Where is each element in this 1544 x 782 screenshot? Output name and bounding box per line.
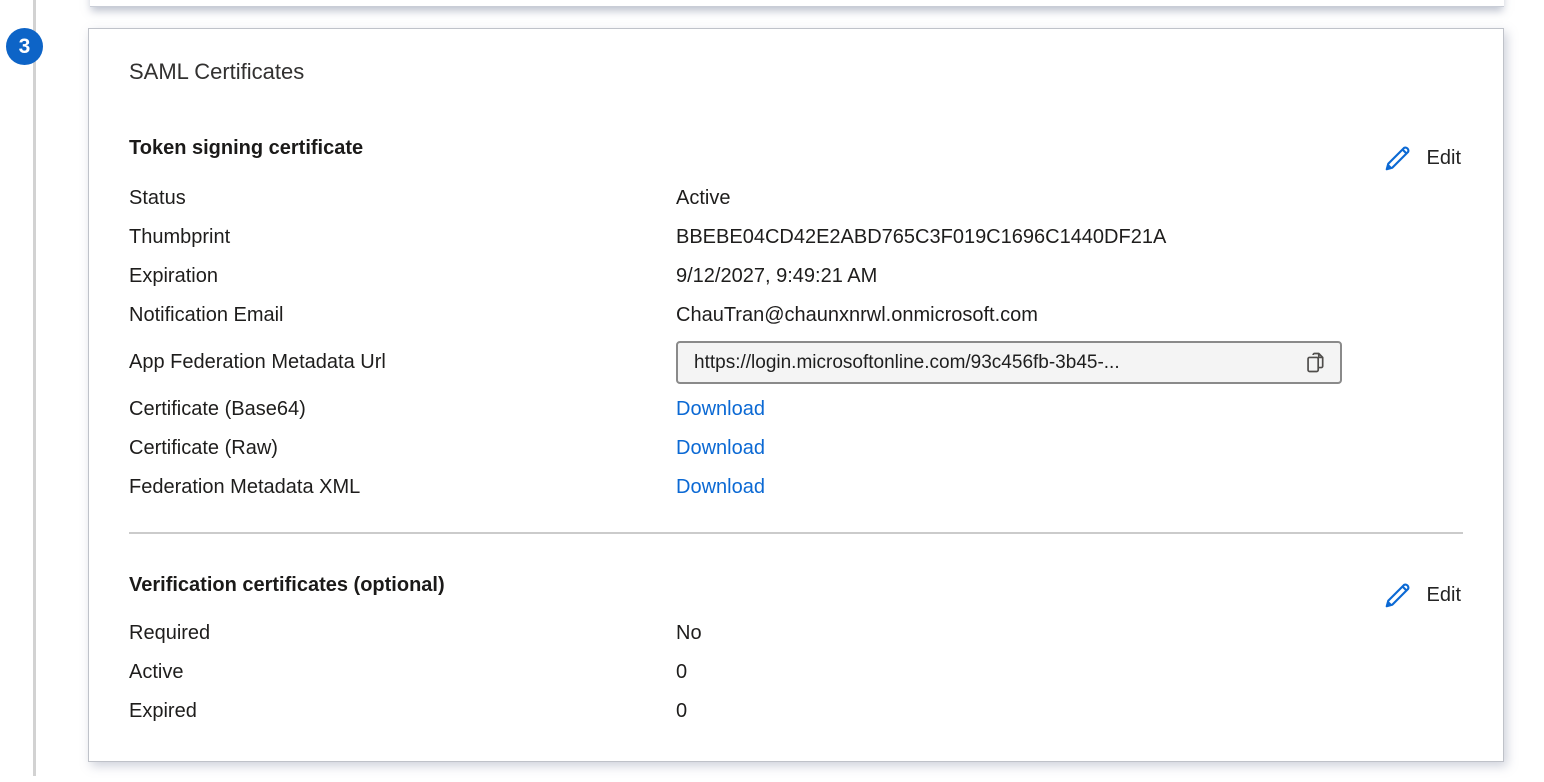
status-row: Status Active (129, 179, 1463, 218)
download-federation-xml-link[interactable]: Download (676, 476, 765, 498)
federation-metadata-xml-row: Federation Metadata XML Download (129, 468, 1463, 507)
card-title: SAML Certificates (129, 59, 1463, 85)
status-value: Active (676, 187, 1463, 210)
row-label: Notification Email (129, 304, 676, 327)
row-label: Certificate (Base64) (129, 398, 676, 421)
row-label: Certificate (Raw) (129, 437, 676, 460)
expired-count-row: Expired 0 (129, 692, 1463, 731)
edit-verification-button[interactable]: Edit (1381, 580, 1463, 610)
page: 3 SAML Certificates Token signing certif… (0, 0, 1544, 782)
active-count-row: Active 0 (129, 653, 1463, 692)
metadata-url-row: App Federation Metadata Url https://logi… (129, 335, 1463, 390)
step-3-badge: 3 (6, 28, 43, 65)
row-label: Expiration (129, 265, 676, 288)
row-label: Active (129, 661, 676, 684)
thumbprint-row: Thumbprint BBEBE04CD42E2ABD765C3F019C169… (129, 218, 1463, 257)
expiration-row: Expiration 9/12/2027, 9:49:21 AM (129, 257, 1463, 296)
download-base64-link[interactable]: Download (676, 398, 765, 420)
saml-certificates-card: SAML Certificates Token signing certific… (88, 28, 1504, 762)
certificate-base64-row: Certificate (Base64) Download (129, 390, 1463, 429)
row-label: Expired (129, 700, 676, 723)
expiration-value: 9/12/2027, 9:49:21 AM (676, 265, 1463, 288)
token-signing-heading: Token signing certificate (129, 135, 363, 161)
edit-token-signing-button[interactable]: Edit (1381, 143, 1463, 173)
required-row: Required No (129, 614, 1463, 653)
row-label: App Federation Metadata Url (129, 351, 676, 374)
edit-button-label: Edit (1427, 584, 1461, 607)
metadata-url-value: https://login.microsoftonline.com/93c456… (694, 352, 1295, 374)
verification-heading: Verification certificates (optional) (129, 572, 445, 598)
token-signing-header-row: Token signing certificate Edit (129, 135, 1463, 165)
thumbprint-value: BBEBE04CD42E2ABD765C3F019C1696C1440DF21A (676, 226, 1463, 249)
verification-header-row: Verification certificates (optional) Edi… (129, 572, 1463, 602)
required-value: No (676, 622, 1463, 645)
timeline-connector (33, 0, 36, 776)
row-label: Status (129, 187, 676, 210)
copy-url-button[interactable] (1303, 349, 1330, 376)
active-count-value: 0 (676, 661, 1463, 684)
row-label: Thumbprint (129, 226, 676, 249)
certificate-raw-row: Certificate (Raw) Download (129, 429, 1463, 468)
notification-email-value: ChauTran@chaunxnrwl.onmicrosoft.com (676, 304, 1463, 327)
previous-card-edge (90, 0, 1504, 7)
row-label: Federation Metadata XML (129, 476, 676, 499)
download-raw-link[interactable]: Download (676, 437, 765, 459)
pencil-icon (1383, 143, 1413, 173)
metadata-url-field[interactable]: https://login.microsoftonline.com/93c456… (676, 341, 1342, 384)
row-label: Required (129, 622, 676, 645)
copy-icon (1303, 364, 1330, 379)
notification-email-row: Notification Email ChauTran@chaunxnrwl.o… (129, 296, 1463, 335)
pencil-icon (1383, 580, 1413, 610)
edit-button-label: Edit (1427, 147, 1461, 170)
step-number: 3 (19, 35, 31, 59)
expired-count-value: 0 (676, 700, 1463, 723)
section-divider (129, 532, 1463, 534)
